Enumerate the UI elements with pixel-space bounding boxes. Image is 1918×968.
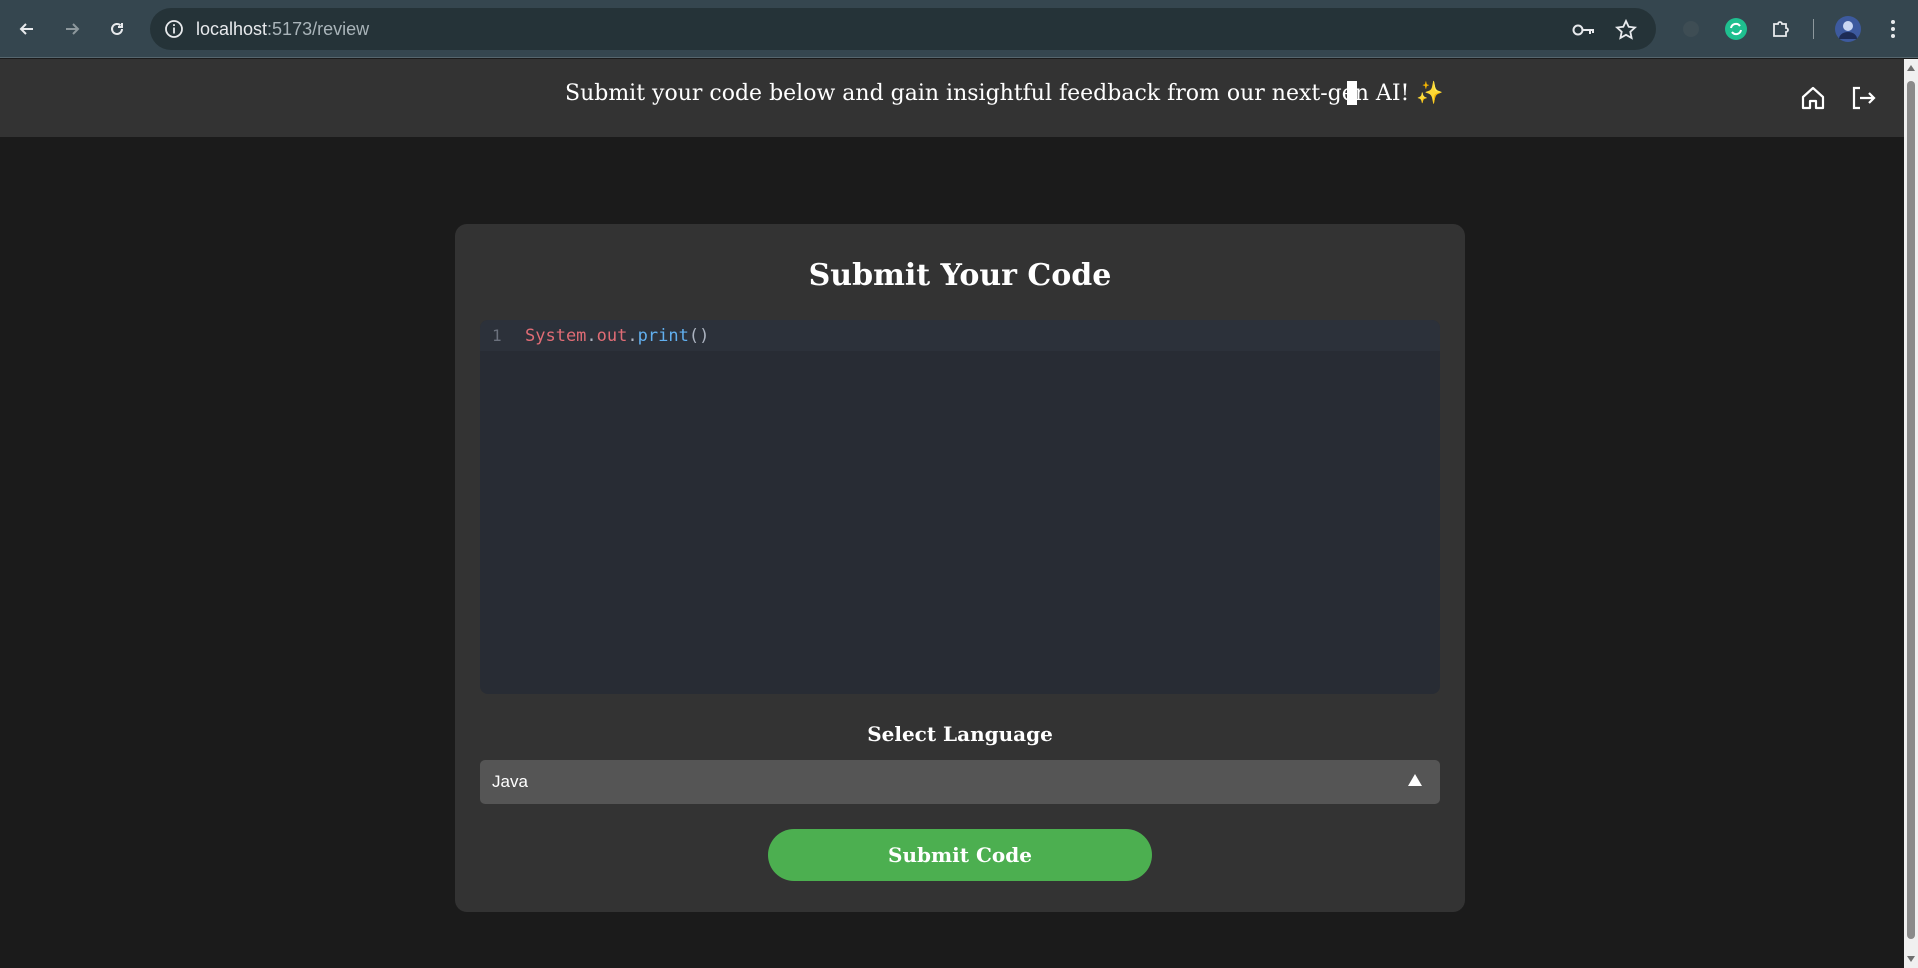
url-text: localhost:5173/review (196, 19, 370, 39)
header-tagline: Submit your code below and gain insightf… (565, 81, 1444, 106)
forward-arrow-icon (66, 23, 80, 35)
scroll-down-arrow-icon[interactable] (1907, 956, 1915, 962)
code-token: print (637, 326, 689, 346)
code-token: System (525, 326, 587, 346)
profile-avatar[interactable] (1834, 15, 1862, 43)
browser-menu-icon[interactable] (1879, 15, 1907, 43)
typing-cursor (1347, 81, 1357, 105)
home-icon[interactable] (1796, 81, 1830, 115)
code-token: . (586, 326, 597, 346)
code-token: . (627, 326, 638, 346)
back-button[interactable] (12, 14, 42, 44)
forward-button[interactable] (57, 14, 87, 44)
code-line[interactable]: System.out.print() (525, 326, 709, 346)
scrollbar-thumb[interactable] (1907, 81, 1915, 939)
code-token: () (688, 326, 710, 346)
submit-code-card: Submit Your Code 1 System.out.print() Se… (455, 224, 1465, 912)
line-number: 1 (492, 326, 502, 345)
reload-button[interactable] (102, 14, 132, 44)
app-header: Submit your code below and gain insightf… (0, 59, 1904, 137)
dropdown-arrow-icon[interactable] (1408, 774, 1422, 786)
back-arrow-icon (19, 23, 33, 35)
extensions-puzzle-icon[interactable] (1767, 15, 1795, 43)
card-title: Submit Your Code (808, 258, 1112, 293)
browser-toolbar: localhost:5173/review (0, 0, 1918, 58)
page-scrollbar[interactable] (1904, 59, 1918, 968)
toolbar-divider (1813, 19, 1814, 39)
submit-code-button[interactable]: Submit Code (768, 829, 1152, 881)
extension-dot-icon[interactable] (1677, 15, 1705, 43)
site-info-icon[interactable] (164, 19, 184, 39)
reload-icon (111, 22, 123, 35)
password-key-icon[interactable] (1572, 18, 1596, 42)
language-select[interactable]: Java (480, 760, 1440, 804)
address-bar[interactable]: localhost:5173/review (150, 8, 1656, 50)
scroll-up-arrow-icon[interactable] (1907, 65, 1915, 71)
sync-extension-icon[interactable] (1722, 15, 1750, 43)
code-token: out (596, 326, 628, 346)
logout-icon[interactable] (1846, 81, 1880, 115)
code-editor[interactable]: 1 System.out.print() (480, 320, 1440, 694)
language-select-value: Java (492, 772, 528, 791)
select-language-label: Select Language (867, 722, 1053, 746)
bookmark-star-icon[interactable] (1614, 18, 1638, 42)
